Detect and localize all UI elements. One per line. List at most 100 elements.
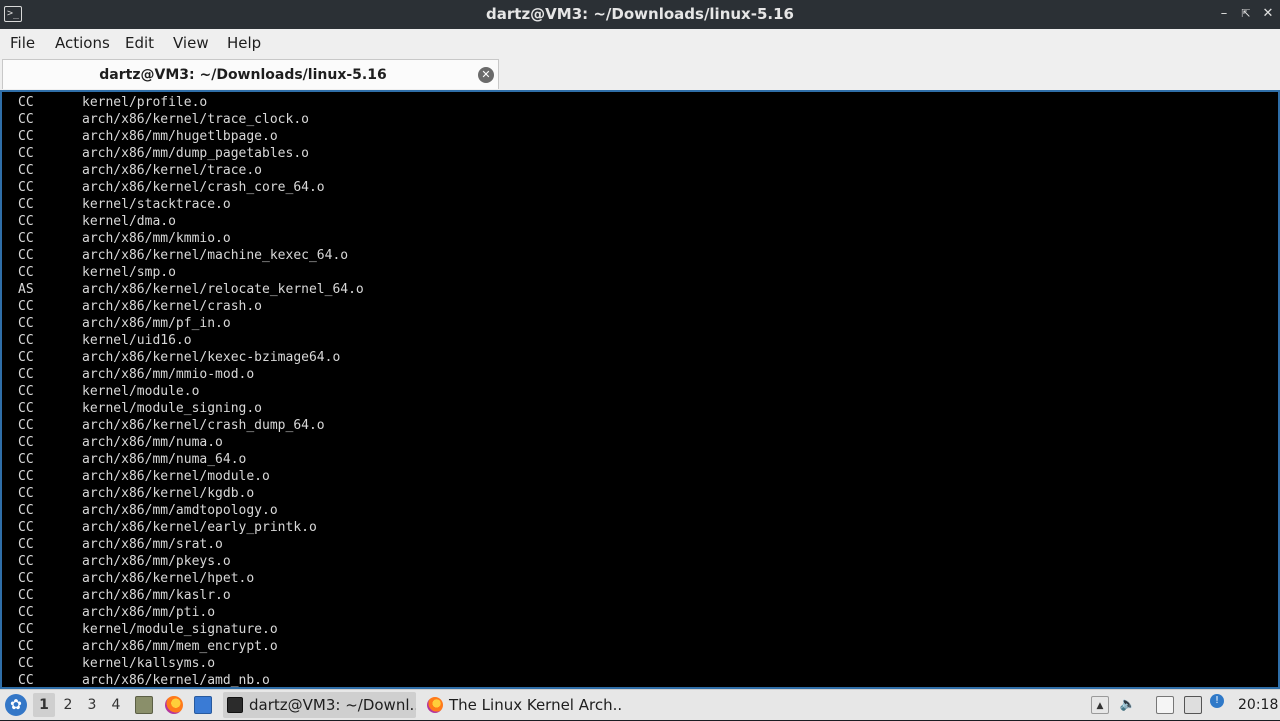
close-icon[interactable]: ✕ — [1260, 6, 1276, 22]
menu-file[interactable]: File — [10, 29, 35, 57]
build-step-kind: CC — [18, 486, 34, 501]
update-notifier-icon[interactable]: ! — [1210, 694, 1224, 708]
build-step-kind: CC — [18, 673, 34, 688]
window-titlebar[interactable]: >_ dartz@VM3: ~/Downloads/linux-5.16 – ⇱… — [0, 0, 1280, 29]
terminal-line: CC arch/x86/kernel/trace_clock.o — [18, 111, 364, 128]
menu-edit[interactable]: Edit — [125, 29, 154, 57]
terminal-line: CC kernel/profile.o — [18, 94, 364, 111]
network-icon[interactable] — [1184, 696, 1202, 714]
build-step-kind: CC — [18, 537, 34, 552]
build-object-path: arch/x86/kernel/trace.o — [82, 163, 263, 178]
build-object-path: kernel/stacktrace.o — [82, 197, 231, 212]
menu-actions[interactable]: Actions — [55, 29, 110, 57]
build-step-kind: CC — [18, 605, 34, 620]
build-step-kind: CC — [18, 622, 34, 637]
tab-close-icon[interactable]: ✕ — [478, 67, 494, 83]
build-object-path: arch/x86/mm/numa_64.o — [82, 452, 247, 467]
task-firefox[interactable]: The Linux Kernel Arch... — [423, 692, 623, 718]
build-object-path: kernel/dma.o — [82, 214, 176, 229]
file-manager-icon[interactable] — [135, 696, 153, 714]
build-step-kind: CC — [18, 316, 34, 331]
build-step-kind: CC — [18, 520, 34, 535]
build-object-path: arch/x86/kernel/kexec-bzimage64.o — [82, 350, 341, 365]
terminal-line: CC arch/x86/mm/amdtopology.o — [18, 502, 364, 519]
terminal-line: AS arch/x86/kernel/relocate_kernel_64.o — [18, 281, 364, 298]
terminal-line: CC arch/x86/kernel/kexec-bzimage64.o — [18, 349, 364, 366]
build-object-path: arch/x86/mm/dump_pagetables.o — [82, 146, 309, 161]
terminal-icon — [227, 697, 243, 713]
build-step-kind: CC — [18, 265, 34, 280]
terminal-line: CC kernel/module.o — [18, 383, 364, 400]
firefox-launcher-icon[interactable] — [165, 696, 183, 714]
terminal-line: CC arch/x86/kernel/crash.o — [18, 298, 364, 315]
menu-view[interactable]: View — [173, 29, 209, 57]
build-object-path: arch/x86/kernel/relocate_kernel_64.o — [82, 282, 364, 297]
task-terminal[interactable]: dartz@VM3: ~/Downl... — [223, 692, 416, 718]
terminal-line: CC kernel/stacktrace.o — [18, 196, 364, 213]
task-terminal-label: dartz@VM3: ~/Downl... — [249, 696, 416, 714]
build-object-path: kernel/kallsyms.o — [82, 656, 216, 671]
tray-toggle-icon[interactable]: ▲ — [1091, 696, 1109, 714]
start-menu-icon[interactable]: ✿ — [5, 694, 27, 716]
terminal-output[interactable]: CC kernel/profile.o CC arch/x86/kernel/trac… — [0, 90, 1280, 689]
build-step-kind: CC — [18, 554, 34, 569]
build-object-path: arch/x86/mm/srat.o — [82, 537, 223, 552]
build-step-kind: CC — [18, 95, 34, 110]
terminal-line: CC arch/x86/kernel/amd_nb.o — [18, 672, 364, 688]
terminal-line: CC kernel/smp.o — [18, 264, 364, 281]
terminal-line: CC arch/x86/kernel/module.o — [18, 468, 364, 485]
build-object-path: arch/x86/kernel/machine_kexec_64.o — [82, 248, 349, 263]
build-object-path: arch/x86/mm/pf_in.o — [82, 316, 231, 331]
build-step-kind: CC — [18, 299, 34, 314]
build-object-path: kernel/module_signature.o — [82, 622, 278, 637]
tab-bar: dartz@VM3: ~/Downloads/linux-5.16 ✕ — [0, 57, 1280, 90]
build-step-kind: CC — [18, 469, 34, 484]
clock[interactable]: 20:18 — [1238, 690, 1278, 721]
clipboard-icon[interactable] — [1156, 696, 1174, 714]
taskbar: ✿ 1 2 3 4 dartz@VM3: ~/Downl... The Linu… — [0, 689, 1280, 720]
show-desktop-icon[interactable] — [194, 696, 212, 714]
terminal-line: CC kernel/module_signing.o — [18, 400, 364, 417]
tab-terminal[interactable]: dartz@VM3: ~/Downloads/linux-5.16 ✕ — [2, 59, 499, 89]
terminal-line: CC arch/x86/mm/pti.o — [18, 604, 364, 621]
build-step-kind: CC — [18, 571, 34, 586]
menu-help[interactable]: Help — [227, 29, 261, 57]
build-step-kind: CC — [18, 588, 34, 603]
build-object-path: arch/x86/mm/pti.o — [82, 605, 216, 620]
terminal-line: CC arch/x86/kernel/crash_dump_64.o — [18, 417, 364, 434]
workspace-1[interactable]: 1 — [33, 693, 55, 717]
build-object-path: arch/x86/mm/pkeys.o — [82, 554, 231, 569]
workspace-2[interactable]: 2 — [57, 693, 79, 717]
build-step-kind: CC — [18, 401, 34, 416]
build-object-path: arch/x86/mm/kaslr.o — [82, 588, 231, 603]
build-step-kind: CC — [18, 452, 34, 467]
build-step-kind: CC — [18, 639, 34, 654]
volume-icon[interactable]: 🔈 — [1119, 696, 1137, 714]
terminal-line: CC arch/x86/mm/mmio-mod.o — [18, 366, 364, 383]
build-object-path: kernel/smp.o — [82, 265, 176, 280]
task-firefox-label: The Linux Kernel Arch... — [449, 696, 623, 714]
build-step-kind: CC — [18, 418, 34, 433]
build-object-path: kernel/module_signing.o — [82, 401, 263, 416]
build-step-kind: CC — [18, 231, 34, 246]
terminal-line: CC arch/x86/mm/pkeys.o — [18, 553, 364, 570]
build-step-kind: CC — [18, 656, 34, 671]
terminal-line: CC arch/x86/mm/kmmio.o — [18, 230, 364, 247]
terminal-line: CC kernel/dma.o — [18, 213, 364, 230]
build-object-path: arch/x86/kernel/trace_clock.o — [82, 112, 309, 127]
maximize-icon[interactable]: ⇱ — [1238, 6, 1254, 22]
build-step-kind: CC — [18, 503, 34, 518]
workspace-4[interactable]: 4 — [105, 693, 127, 717]
build-object-path: arch/x86/mm/numa.o — [82, 435, 223, 450]
terminal-line: CC arch/x86/mm/dump_pagetables.o — [18, 145, 364, 162]
terminal-lines: CC kernel/profile.o CC arch/x86/kernel/trac… — [18, 94, 364, 688]
minimize-icon[interactable]: – — [1216, 6, 1232, 22]
terminal-line: CC kernel/module_signature.o — [18, 621, 364, 638]
terminal-line: CC arch/x86/mm/srat.o — [18, 536, 364, 553]
build-step-kind: CC — [18, 146, 34, 161]
build-step-kind: CC — [18, 112, 34, 127]
workspace-3[interactable]: 3 — [81, 693, 103, 717]
build-object-path: arch/x86/kernel/crash.o — [82, 299, 263, 314]
terminal-line: CC arch/x86/mm/hugetlbpage.o — [18, 128, 364, 145]
terminal-line: CC arch/x86/kernel/early_printk.o — [18, 519, 364, 536]
